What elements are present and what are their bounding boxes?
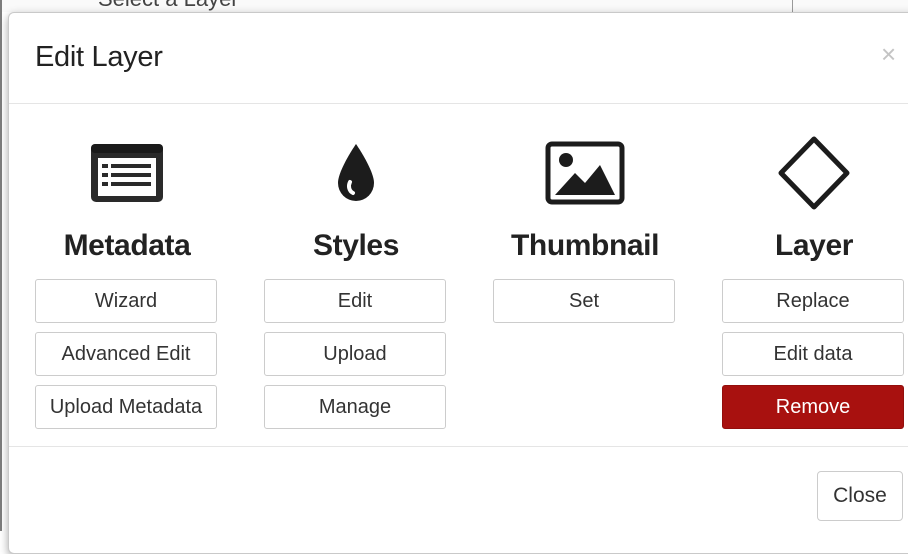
layer-edit-data-button[interactable]: Edit data	[722, 332, 904, 376]
layer-section: Layer Replace Edit data Remove	[722, 133, 906, 429]
metadata-advanced-edit-button[interactable]: Advanced Edit	[35, 332, 217, 376]
edit-layer-dialog: Edit Layer × Metadata Wizard Advanced Ed…	[8, 12, 908, 554]
dialog-title: Edit Layer	[35, 41, 163, 73]
close-icon[interactable]: ×	[881, 41, 896, 67]
background-page-strip: Select a Layer	[0, 0, 908, 12]
background-partial-text: Select a Layer	[98, 0, 239, 12]
layer-title: Layer	[774, 229, 854, 262]
metadata-wizard-button[interactable]: Wizard	[35, 279, 217, 323]
styles-edit-button[interactable]: Edit	[264, 279, 446, 323]
image-icon	[493, 133, 677, 213]
thumbnail-set-button[interactable]: Set	[493, 279, 675, 323]
layer-replace-button[interactable]: Replace	[722, 279, 904, 323]
background-divider-right	[792, 0, 793, 12]
metadata-upload-button[interactable]: Upload Metadata	[35, 385, 217, 429]
thumbnail-section: Thumbnail Set	[493, 133, 677, 323]
metadata-section: Metadata Wizard Advanced Edit Upload Met…	[35, 133, 219, 429]
styles-section: Styles Edit Upload Manage	[264, 133, 448, 429]
metadata-title: Metadata	[63, 229, 191, 262]
dialog-footer-divider	[9, 446, 908, 447]
thumbnail-title: Thumbnail	[510, 229, 660, 262]
dialog-header: Edit Layer ×	[9, 13, 908, 104]
list-icon	[35, 133, 219, 213]
styles-upload-button[interactable]: Upload	[264, 332, 446, 376]
background-divider	[0, 0, 2, 531]
diamond-icon	[722, 133, 906, 213]
styles-manage-button[interactable]: Manage	[264, 385, 446, 429]
droplet-icon	[264, 133, 448, 213]
styles-title: Styles	[313, 229, 399, 262]
close-button[interactable]: Close	[817, 471, 903, 521]
layer-remove-button[interactable]: Remove	[722, 385, 904, 429]
